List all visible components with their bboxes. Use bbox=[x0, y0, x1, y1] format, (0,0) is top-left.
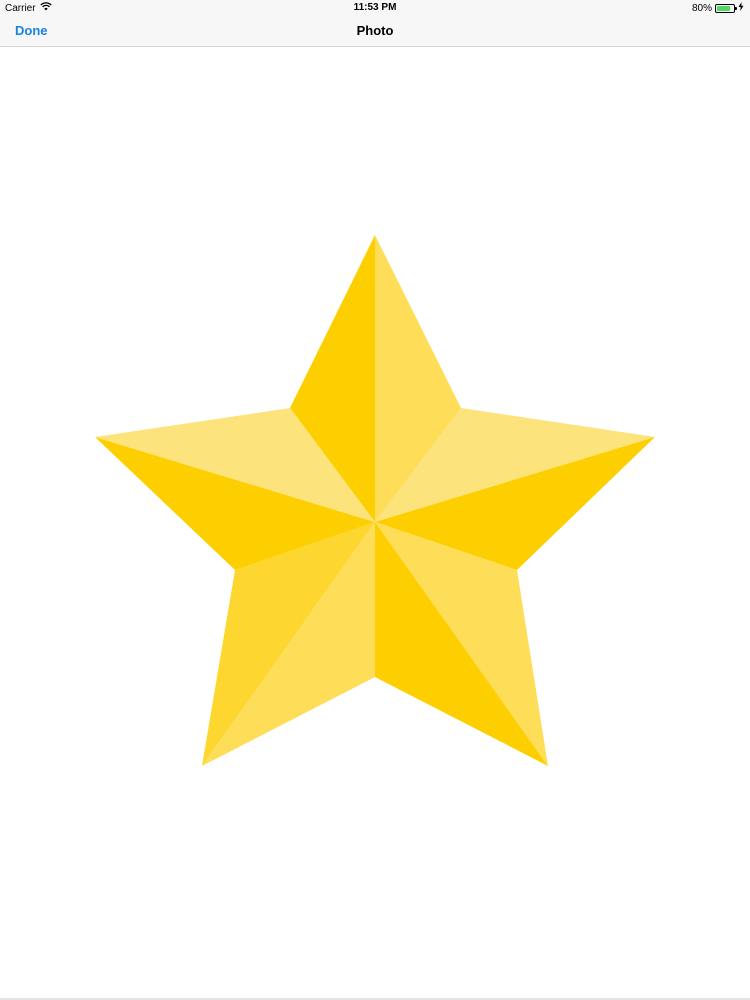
battery-percent: 80% bbox=[691, 2, 712, 14]
battery-tip bbox=[735, 6, 737, 10]
star-icon bbox=[95, 235, 655, 766]
photo-view bbox=[0, 47, 750, 998]
status-bar: Carrier 11:53 PM 80% bbox=[0, 0, 750, 15]
battery-icon bbox=[715, 3, 737, 13]
status-time: 11:53 PM bbox=[353, 2, 397, 13]
charging-bolt-icon bbox=[738, 2, 744, 14]
status-right: 80% bbox=[692, 2, 744, 14]
navigation-bar: Done Photo bbox=[0, 15, 750, 47]
nav-title: Photo bbox=[356, 23, 394, 38]
battery-fill bbox=[717, 5, 730, 11]
